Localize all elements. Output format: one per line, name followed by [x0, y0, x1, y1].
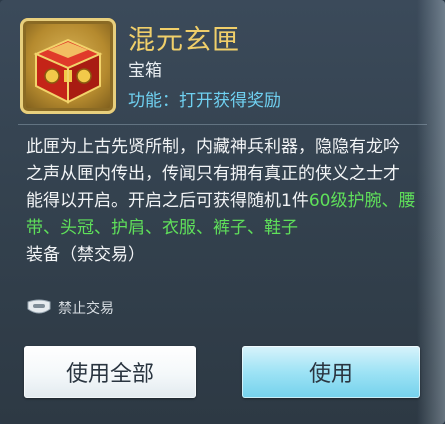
item-name: 混元玄匣 — [128, 25, 240, 56]
item-icon-frame — [20, 18, 116, 114]
background-strip — [417, 0, 445, 424]
item-type: 宝箱 — [128, 61, 162, 81]
item-tooltip-panel: 混元玄匣 宝箱 功能：打开获得奖励 此匣为上古先贤所制，内藏神兵利器，隐隐有龙吟… — [0, 0, 445, 424]
trade-status-label: 禁止交易 — [58, 301, 114, 317]
lock-trade-icon — [27, 299, 51, 314]
description-suffix: 装备（禁交易） — [26, 245, 145, 265]
description-unit: 件 — [291, 191, 309, 211]
use-all-button[interactable]: 使用全部 — [24, 346, 196, 398]
treasure-chest-icon — [33, 38, 103, 104]
divider — [18, 124, 427, 125]
use-button[interactable]: 使用 — [242, 346, 420, 398]
item-function: 功能：打开获得奖励 — [128, 91, 281, 111]
item-description: 此匣为上古先贤所制，内藏神兵利器，隐隐有龙吟之声从匣内传出，传闻只有拥有真正的侠… — [26, 134, 416, 269]
trade-status: 禁止交易 — [26, 298, 114, 318]
description-count: 1 — [281, 191, 292, 211]
